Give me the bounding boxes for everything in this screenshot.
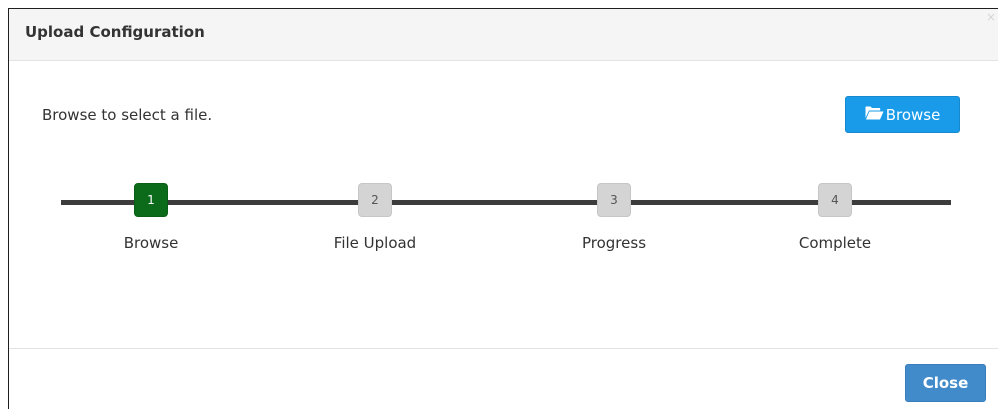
step-4-indicator[interactable]: 4 — [818, 183, 852, 217]
dialog-title: Upload Configuration — [25, 23, 205, 41]
close-button[interactable]: Close — [905, 364, 986, 402]
dialog-header: Upload Configuration × — [9, 9, 998, 61]
footer-divider — [9, 348, 998, 349]
step-4-label: Complete — [798, 234, 872, 252]
step-1-indicator[interactable]: 1 — [134, 183, 168, 217]
close-icon[interactable]: × — [986, 11, 996, 23]
folder-open-icon — [865, 106, 886, 124]
step-3-indicator[interactable]: 3 — [597, 183, 631, 217]
step-2-indicator[interactable]: 2 — [358, 183, 392, 217]
step-2-label: File Upload — [333, 234, 417, 252]
step-3-label: Progress — [581, 234, 647, 252]
browse-button-label: Browse — [885, 105, 941, 124]
browse-instruction: Browse to select a file. — [42, 106, 213, 124]
step-1-label: Browse — [123, 234, 179, 252]
upload-configuration-dialog: Upload Configuration × Browse to select … — [8, 8, 998, 409]
browse-button[interactable]: Browse — [845, 96, 960, 133]
